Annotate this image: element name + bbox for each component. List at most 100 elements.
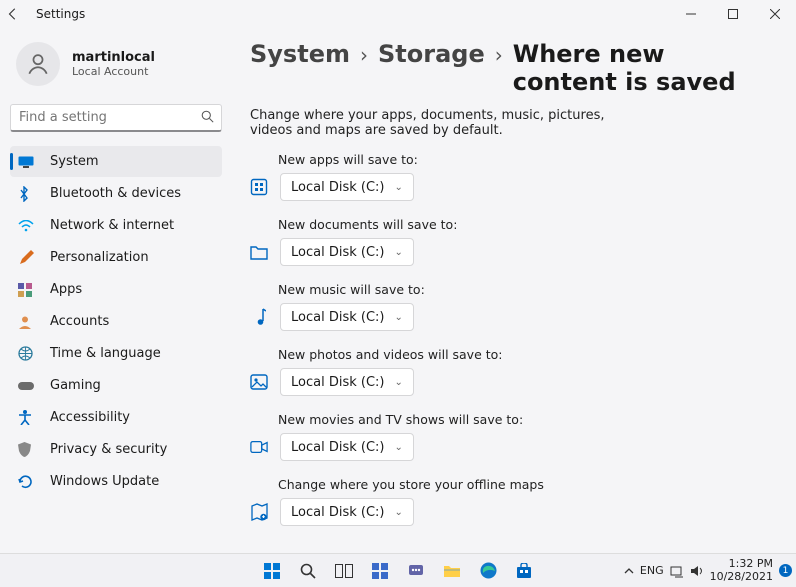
setting-photos: New photos and videos will save to: Loca… [250, 347, 776, 396]
chevron-down-icon: ⌄ [394, 182, 402, 193]
chevron-down-icon: ⌄ [394, 377, 402, 388]
setting-label: New apps will save to: [278, 152, 776, 167]
taskbar: ENG 1:32 PM 10/28/2021 1 [0, 553, 796, 587]
dropdown-value: Local Disk (C:) [291, 310, 384, 325]
setting-label: New documents will save to: [278, 217, 776, 232]
display-icon [18, 156, 36, 168]
page-description: Change where your apps, documents, music… [250, 108, 610, 138]
user-name: martinlocal [72, 50, 155, 65]
nav-apps[interactable]: Apps [10, 274, 222, 305]
chevron-right-icon: › [360, 43, 368, 67]
setting-label: New movies and TV shows will save to: [278, 412, 776, 427]
maps-location-dropdown[interactable]: Local Disk (C:) ⌄ [280, 498, 414, 526]
music-icon [250, 308, 268, 326]
photo-icon [250, 373, 268, 391]
search-icon [201, 110, 214, 123]
chat-button[interactable] [400, 556, 432, 586]
nav-label: Time & language [50, 346, 161, 361]
breadcrumb: System › Storage › Where new content is … [250, 40, 776, 96]
nav-label: Accounts [50, 314, 109, 329]
titlebar: Settings [0, 0, 796, 28]
nav-accessibility[interactable]: Accessibility [10, 402, 222, 433]
tray-chevron-icon[interactable] [624, 566, 634, 576]
maximize-button[interactable] [712, 0, 754, 28]
gaming-icon [18, 380, 36, 392]
apps-location-dropdown[interactable]: Local Disk (C:) ⌄ [280, 173, 414, 201]
app-icon [250, 178, 268, 196]
main-content: System › Storage › Where new content is … [232, 32, 796, 553]
globe-icon [18, 346, 36, 361]
nav-gaming[interactable]: Gaming [10, 370, 222, 401]
nav-personalization[interactable]: Personalization [10, 242, 222, 273]
update-icon [18, 474, 36, 489]
network-tray-icon[interactable] [670, 564, 684, 578]
search-input[interactable] [10, 104, 222, 132]
nav-label: Accessibility [50, 410, 130, 425]
setting-movies: New movies and TV shows will save to: Lo… [250, 412, 776, 461]
start-button[interactable] [256, 556, 288, 586]
nav-update[interactable]: Windows Update [10, 466, 222, 497]
map-icon [250, 503, 268, 521]
setting-label: New music will save to: [278, 282, 776, 297]
documents-location-dropdown[interactable]: Local Disk (C:) ⌄ [280, 238, 414, 266]
clock[interactable]: 1:32 PM 10/28/2021 [710, 558, 773, 583]
setting-music: New music will save to: Local Disk (C:) … [250, 282, 776, 331]
avatar [16, 42, 60, 86]
music-location-dropdown[interactable]: Local Disk (C:) ⌄ [280, 303, 414, 331]
nav-label: Apps [50, 282, 82, 297]
page-title: Where new content is saved [513, 40, 776, 96]
nav-time[interactable]: Time & language [10, 338, 222, 369]
setting-apps: New apps will save to: Local Disk (C:) ⌄ [250, 152, 776, 201]
dropdown-value: Local Disk (C:) [291, 245, 384, 260]
notification-badge[interactable]: 1 [779, 564, 792, 577]
minimize-button[interactable] [670, 0, 712, 28]
task-view-button[interactable] [328, 556, 360, 586]
store-button[interactable] [508, 556, 540, 586]
nav-label: Bluetooth & devices [50, 186, 181, 201]
dropdown-value: Local Disk (C:) [291, 505, 384, 520]
widgets-button[interactable] [364, 556, 396, 586]
chevron-down-icon: ⌄ [394, 312, 402, 323]
nav-accounts[interactable]: Accounts [10, 306, 222, 337]
time: 1:32 PM [710, 558, 773, 571]
photos-location-dropdown[interactable]: Local Disk (C:) ⌄ [280, 368, 414, 396]
video-icon [250, 438, 268, 456]
language-indicator[interactable]: ENG [640, 564, 664, 577]
dropdown-value: Local Disk (C:) [291, 375, 384, 390]
person-icon [18, 315, 36, 329]
accessibility-icon [18, 410, 36, 425]
crumb-storage[interactable]: Storage [378, 40, 485, 68]
brush-icon [18, 250, 36, 266]
edge-button[interactable] [472, 556, 504, 586]
volume-tray-icon[interactable] [690, 564, 704, 578]
wifi-icon [18, 220, 36, 232]
nav-list: System Bluetooth & devices Network & int… [10, 146, 222, 497]
chevron-down-icon: ⌄ [394, 442, 402, 453]
user-subtitle: Local Account [72, 65, 155, 78]
nav-bluetooth[interactable]: Bluetooth & devices [10, 178, 222, 209]
nav-label: Windows Update [50, 474, 159, 489]
movies-location-dropdown[interactable]: Local Disk (C:) ⌄ [280, 433, 414, 461]
document-icon [250, 243, 268, 261]
nav-privacy[interactable]: Privacy & security [10, 434, 222, 465]
nav-label: Network & internet [50, 218, 174, 233]
taskbar-search-button[interactable] [292, 556, 324, 586]
close-button[interactable] [754, 0, 796, 28]
window-title: Settings [36, 7, 85, 21]
setting-label: Change where you store your offline maps [278, 477, 776, 492]
bluetooth-icon [18, 186, 36, 202]
nav-system[interactable]: System [10, 146, 222, 177]
nav-network[interactable]: Network & internet [10, 210, 222, 241]
dropdown-value: Local Disk (C:) [291, 180, 384, 195]
setting-documents: New documents will save to: Local Disk (… [250, 217, 776, 266]
setting-maps: Change where you store your offline maps… [250, 477, 776, 526]
apps-icon [18, 283, 36, 297]
sidebar: martinlocal Local Account System Bluetoo… [0, 32, 232, 553]
date: 10/28/2021 [710, 571, 773, 584]
back-button[interactable] [6, 7, 30, 21]
user-block[interactable]: martinlocal Local Account [10, 32, 222, 104]
crumb-system[interactable]: System [250, 40, 350, 68]
chevron-right-icon: › [495, 43, 503, 67]
nav-label: Gaming [50, 378, 101, 393]
explorer-button[interactable] [436, 556, 468, 586]
